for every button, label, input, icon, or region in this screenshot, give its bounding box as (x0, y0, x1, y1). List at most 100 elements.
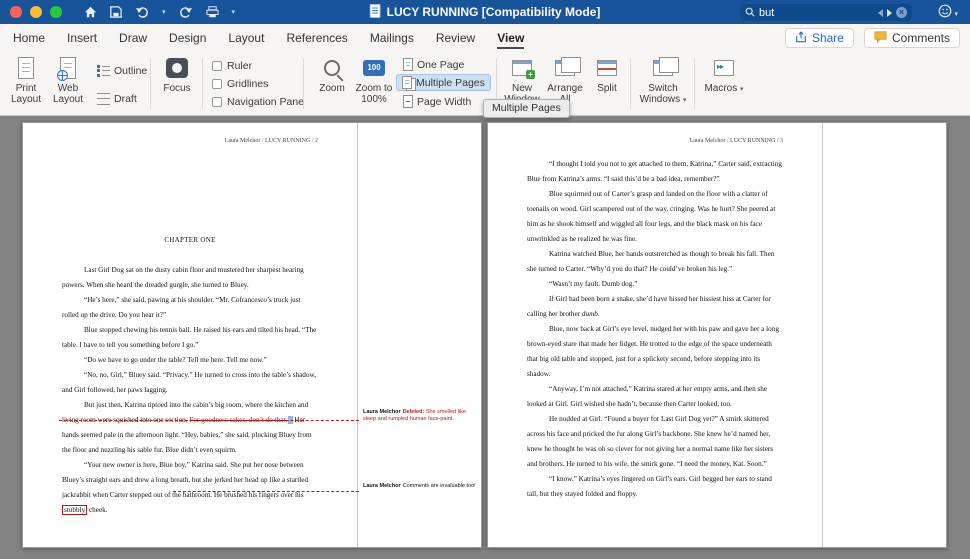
comments-label: Comments (892, 31, 950, 45)
close-button[interactable] (10, 6, 22, 18)
paragraph: Last Girl Dog sat on the dusty cabin flo… (62, 263, 318, 293)
macros-label: Macros (704, 83, 737, 94)
multiple-pages-button[interactable]: Multiple Pages (396, 74, 491, 91)
zoom-100-button[interactable]: 100 Zoom to 100% (352, 55, 396, 113)
tab-draw[interactable]: Draw (108, 26, 158, 50)
share-label: Share (812, 31, 844, 45)
tab-insert[interactable]: Insert (56, 26, 108, 50)
outline-button[interactable]: Outline (92, 62, 152, 79)
page-3[interactable]: Laura Melchor / LUCY RUNNING / 3 “I thou… (487, 122, 947, 548)
margin-comment[interactable]: Laura MelchorComments are invaluable too… (363, 483, 479, 490)
find-next-icon[interactable] (887, 9, 892, 17)
web-layout-label: Web Layout (48, 83, 88, 105)
switch-windows-button[interactable]: Switch Windows ▾ (636, 55, 690, 113)
paragraph: “Do we have to go under the table? Tell … (62, 353, 318, 368)
markup-area-divider (357, 123, 358, 547)
margin-comment-deleted[interactable]: Laura MelchorDeleted: She smelled like s… (363, 409, 479, 423)
feedback-button[interactable]: ▾ (938, 4, 958, 23)
one-page-label: One Page (417, 59, 464, 71)
document-canvas[interactable]: Laura Melchor / LUCY RUNNING / 2 CHAPTER… (0, 116, 970, 559)
redo-icon[interactable] (179, 6, 193, 18)
tab-references[interactable]: References (275, 26, 358, 50)
print-layout-button[interactable]: Print Layout (6, 55, 46, 113)
clear-search-icon[interactable]: × (896, 7, 907, 18)
comment-author: Laura Melchor (363, 483, 401, 489)
print-layout-label: Print Layout (6, 83, 46, 105)
undo-icon[interactable] (135, 6, 149, 18)
web-layout-button[interactable]: Web Layout (48, 55, 88, 113)
tab-design[interactable]: Design (158, 26, 217, 50)
window-title-text: LUCY RUNNING [Compatibility Mode] (387, 5, 601, 19)
gridlines-checkbox[interactable]: Gridlines (212, 76, 268, 92)
paragraph: “Your new owner is here, Blue boy,” Katr… (62, 458, 318, 518)
ribbon-separator (694, 58, 695, 109)
comments-icon (874, 31, 887, 46)
page-body[interactable]: Last Girl Dog sat on the dusty cabin flo… (62, 263, 318, 518)
new-window-icon: + (512, 60, 532, 76)
zoom-icon (324, 60, 340, 76)
print-icon[interactable] (206, 6, 219, 18)
multiple-pages-icon (402, 76, 412, 89)
chapter-heading: CHAPTER ONE (62, 236, 318, 244)
page-body[interactable]: “I thought I told you not to get attache… (527, 157, 783, 502)
titlebar: ▾ ▾ LUCY RUNNING [Compatibility Mode] × (0, 0, 970, 24)
page-width-button[interactable]: Page Width (398, 93, 476, 110)
one-page-button[interactable]: One Page (398, 56, 469, 73)
comment-author: Laura Melchor (363, 409, 401, 415)
tab-mailings[interactable]: Mailings (359, 26, 425, 50)
focus-button[interactable]: Focus (156, 55, 198, 113)
minimize-button[interactable] (30, 6, 42, 18)
comment-type-label: Deleted: (403, 409, 426, 415)
switch-windows-icon (653, 60, 673, 76)
zoom-100-icon: 100 (363, 60, 385, 76)
paragraph: He nodded at Girl. “Found a buyer for La… (527, 412, 783, 472)
search-icon (745, 4, 755, 22)
search-input[interactable] (759, 7, 874, 19)
zoom-button[interactable]: Zoom (312, 55, 352, 113)
window-title: LUCY RUNNING [Compatibility Mode] (370, 0, 601, 24)
gridlines-label: Gridlines (227, 78, 268, 90)
zoom-button[interactable] (50, 6, 62, 18)
checkbox-icon (212, 61, 222, 71)
share-button[interactable]: Share (785, 28, 854, 48)
draft-button[interactable]: Draft (92, 90, 142, 107)
paragraph: Katrina watched Blue, her hands outstret… (527, 247, 783, 277)
feedback-chevron-icon: ▾ (954, 10, 958, 18)
tab-view[interactable]: View (486, 26, 535, 50)
web-layout-icon (60, 57, 76, 79)
checkbox-icon (212, 79, 222, 89)
save-icon[interactable] (110, 6, 122, 18)
paragraph: “He’s here,” she said, pawing at his sho… (62, 293, 318, 323)
ribbon-separator (303, 58, 304, 109)
tab-review[interactable]: Review (425, 26, 486, 50)
tab-layout[interactable]: Layout (217, 26, 275, 50)
navigation-pane-checkbox[interactable]: Navigation Pane (212, 94, 304, 110)
macros-icon (714, 60, 734, 76)
split-button[interactable]: Split (588, 55, 626, 113)
ribbon-separator (202, 58, 203, 109)
focus-icon (166, 58, 188, 78)
chevron-down-icon: ▾ (683, 97, 687, 104)
find-previous-icon[interactable] (878, 9, 883, 17)
multiple-pages-tooltip: Multiple Pages (483, 99, 570, 118)
document-icon (370, 4, 381, 21)
home-icon[interactable] (84, 6, 97, 18)
ruler-label: Ruler (227, 60, 252, 72)
macros-button[interactable]: Macros ▾ (700, 55, 748, 113)
draft-label: Draft (114, 93, 137, 105)
ruler-checkbox[interactable]: Ruler (212, 58, 252, 74)
search-field[interactable]: × (740, 4, 912, 21)
comments-button[interactable]: Comments (864, 28, 960, 48)
ribbon-separator (150, 58, 151, 109)
zoom-100-label: Zoom to 100% (352, 83, 396, 105)
undo-chevron-icon[interactable]: ▾ (162, 8, 166, 16)
split-label: Split (588, 83, 626, 94)
paragraph: “Anyway, I’m not attached,” Katrina star… (527, 382, 783, 412)
toolbar-chevron-icon[interactable]: ▾ (232, 8, 236, 16)
ribbon-separator (630, 58, 631, 109)
one-page-icon (403, 58, 413, 71)
print-layout-icon (18, 57, 34, 79)
window-controls (10, 6, 62, 18)
tab-home[interactable]: Home (2, 26, 56, 50)
page-2[interactable]: Laura Melchor / LUCY RUNNING / 2 CHAPTER… (22, 122, 482, 548)
